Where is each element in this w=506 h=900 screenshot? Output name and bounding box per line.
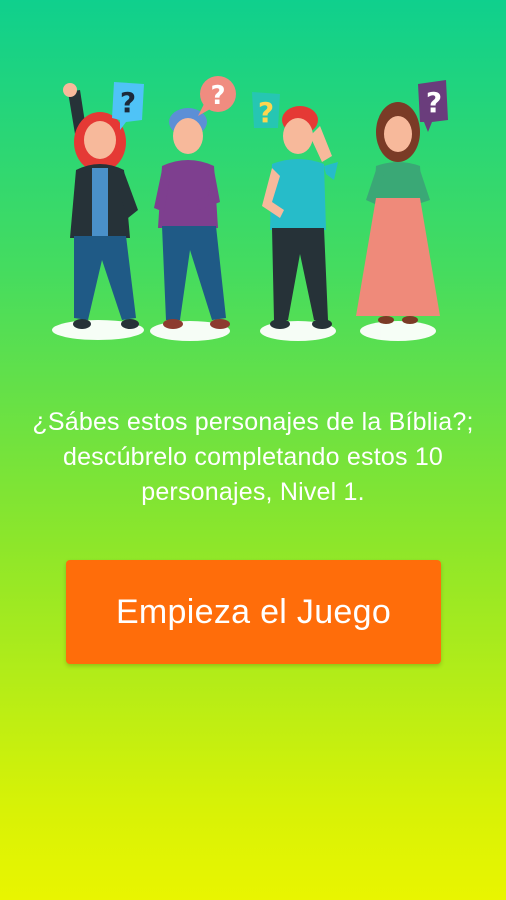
question-bubble-3: ? (252, 92, 280, 129)
floor-shadows (52, 320, 436, 341)
question-bubble-2: ? (198, 76, 236, 116)
person-2-man-purple-sweater (154, 108, 230, 329)
people-thinking-illustration: ? ? ? ? (52, 76, 448, 341)
person-3-man-teal-shirt (262, 106, 338, 329)
person-4-woman-coral-dress (356, 102, 440, 324)
question-bubble-4: ? (418, 80, 448, 132)
svg-text:?: ? (258, 96, 274, 129)
svg-text:?: ? (120, 86, 136, 119)
svg-text:?: ? (426, 86, 442, 119)
intro-text: ¿Sábes estos personajes de la Bíblia?; d… (32, 408, 474, 506)
svg-text:?: ? (210, 81, 225, 111)
start-game-button[interactable]: Empieza el Juego (66, 560, 441, 664)
